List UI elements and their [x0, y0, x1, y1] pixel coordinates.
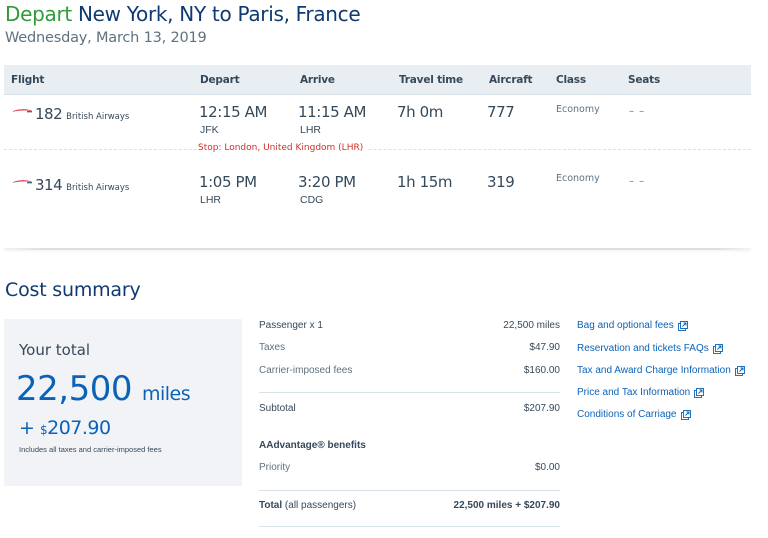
external-link-icon — [680, 409, 691, 420]
link-conditions-of-carriage[interactable]: Conditions of Carriage — [577, 409, 691, 420]
flight-number: 314 — [35, 176, 63, 194]
flight-row: 314 British Airways 1:05 PM LHR 3:20 PM … — [4, 168, 751, 228]
flight-number: 182 — [35, 105, 63, 123]
stop-info: Stop: London, United Kingdom (LHR) — [198, 143, 368, 153]
taxes-label: Taxes — [259, 342, 286, 353]
total-box: Your total 22,500 miles + $207.90 Include… — [4, 319, 242, 486]
aircraft-type: 777 — [487, 103, 515, 121]
stop-divider — [4, 149, 751, 150]
priority-label: Priority — [259, 462, 291, 473]
external-link-icon — [734, 365, 745, 376]
your-total-label: Your total — [19, 341, 91, 359]
total-fees-amount: 207.90 — [47, 417, 111, 439]
summary-divider — [259, 490, 560, 491]
seats-value: – – — [629, 176, 646, 187]
flight-number-cell: 314 British Airways — [13, 176, 129, 194]
table-bottom-divider — [4, 248, 751, 250]
depart-airport-code: JFK — [200, 124, 219, 136]
depart-airport-code: LHR — [200, 194, 222, 206]
column-header-flight: Flight — [11, 74, 45, 86]
column-header-travel-time: Travel time — [399, 74, 463, 86]
cabin-class: Economy — [556, 104, 600, 115]
flight-row: 182 British Airways 12:15 AM JFK 11:15 A… — [4, 100, 751, 150]
total-label: Total (all passengers) — [259, 500, 356, 511]
travel-date: Wednesday, March 13, 2019 — [5, 30, 207, 46]
page-title: Depart New York, NY to Paris, France — [5, 2, 361, 26]
aircraft-type: 319 — [487, 173, 515, 191]
airline-name: British Airways — [66, 183, 130, 193]
benefits-heading: AAdvantage® benefits — [259, 440, 366, 451]
total-miles: 22,500 miles — [16, 369, 191, 409]
priority-value: $0.00 — [534, 462, 560, 473]
cabin-class: Economy — [556, 173, 600, 184]
carrier-fees-value: $160.00 — [523, 365, 560, 376]
total-value: 22,500 miles + $207.90 — [453, 500, 560, 511]
column-header-class: Class — [556, 74, 586, 86]
link-reservation-faqs[interactable]: Reservation and tickets FAQs — [577, 343, 723, 354]
external-link-icon — [694, 387, 705, 398]
link-bag-fees[interactable]: Bag and optional fees — [577, 320, 688, 331]
subtotal-label: Subtotal — [259, 403, 296, 414]
travel-time: 1h 15m — [397, 173, 453, 191]
summary-divider — [259, 526, 560, 527]
total-miles-value: 22,500 — [16, 369, 132, 409]
airline-name: British Airways — [66, 112, 130, 122]
fees-note: Includes all taxes and carrier-imposed f… — [19, 445, 162, 454]
arrive-time: 11:15 AM — [298, 103, 366, 121]
link-label: Conditions of Carriage — [577, 409, 677, 420]
link-price-tax-info[interactable]: Price and Tax Information — [577, 387, 705, 398]
subtotal-value: $207.90 — [523, 403, 560, 414]
column-header-seats: Seats — [628, 74, 661, 86]
arrive-airport-code: LHR — [300, 124, 322, 136]
link-label: Reservation and tickets FAQs — [577, 343, 709, 354]
link-tax-award-charge[interactable]: Tax and Award Charge Information — [577, 365, 745, 376]
taxes-value: $47.90 — [529, 342, 560, 353]
total-miles-unit: miles — [141, 383, 191, 405]
column-header-depart: Depart — [200, 74, 240, 86]
seats-value: – – — [629, 106, 646, 117]
external-link-icon — [677, 320, 688, 331]
passenger-label: Passenger x 1 — [259, 320, 323, 331]
carrier-fees-label: Carrier-imposed fees — [259, 365, 353, 376]
travel-time: 7h 0m — [397, 103, 443, 121]
arrive-time: 3:20 PM — [298, 173, 356, 191]
column-header-arrive: Arrive — [300, 74, 335, 86]
plus-sign: + — [19, 417, 35, 439]
summary-divider — [259, 392, 560, 393]
cost-summary-heading: Cost summary — [5, 279, 141, 301]
link-label: Price and Tax Information — [577, 387, 691, 398]
depart-time: 1:05 PM — [199, 173, 257, 191]
route-text: New York, NY to Paris, France — [77, 2, 361, 26]
flight-table-header: Flight Depart Arrive Travel time Aircraf… — [4, 65, 751, 95]
depart-time: 12:15 AM — [199, 103, 267, 121]
total-label-bold: Total — [259, 500, 283, 511]
total-fees: + $207.90 — [19, 417, 111, 439]
depart-label: Depart — [5, 2, 72, 26]
external-link-icon — [712, 343, 723, 354]
arrive-airport-code: CDG — [300, 194, 324, 206]
flight-number-cell: 182 British Airways — [13, 105, 129, 123]
passenger-value: 22,500 miles — [503, 320, 560, 331]
total-label-rest: (all passengers) — [282, 500, 357, 511]
british-airways-logo-icon — [13, 171, 33, 184]
link-label: Tax and Award Charge Information — [577, 365, 731, 376]
column-header-aircraft: Aircraft — [489, 74, 533, 86]
british-airways-logo-icon — [13, 100, 33, 113]
link-label: Bag and optional fees — [577, 320, 674, 331]
